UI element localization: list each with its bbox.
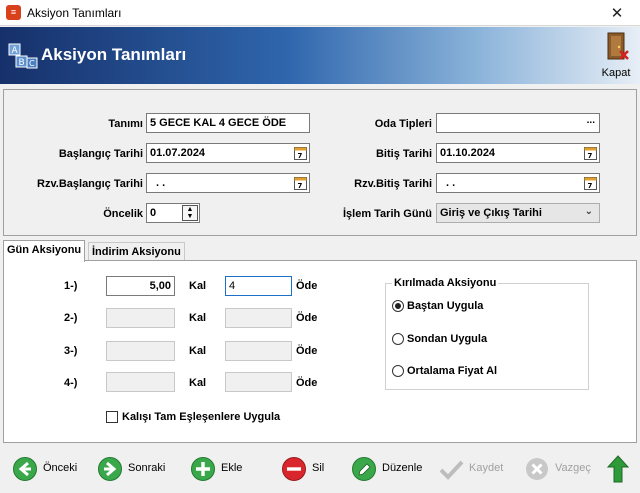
arrow-right-icon bbox=[98, 457, 122, 481]
bottom-toolbar: Önceki Sonraki Ekle Sil Düzenle Kaydet V… bbox=[0, 446, 640, 493]
sonraki-label: Sonraki bbox=[128, 462, 166, 474]
calendar-icon[interactable]: 7 bbox=[294, 146, 307, 160]
row-4-label: 4-) bbox=[64, 377, 78, 389]
kaydet-label: Kaydet bbox=[469, 462, 504, 474]
duzenle-label: Düzenle bbox=[382, 462, 423, 474]
kalisi-tam-checkbox[interactable] bbox=[106, 411, 118, 423]
row-4-kal-label: Kal bbox=[189, 377, 207, 389]
kapat-button[interactable]: Kapat bbox=[598, 31, 634, 81]
cancel-icon bbox=[526, 458, 548, 480]
bastan-uygula-radio[interactable] bbox=[392, 300, 404, 312]
row-1-ode-label: Öde bbox=[296, 280, 318, 292]
page-title: Aksiyon Tanımları bbox=[41, 45, 187, 64]
oncelik-input[interactable]: 0 ▲ ▼ bbox=[146, 203, 200, 223]
plus-icon bbox=[191, 457, 215, 481]
window-titlebar: ≡ Aksiyon Tanımları ✕ bbox=[0, 0, 640, 26]
arrow-left-icon bbox=[13, 457, 37, 481]
bitis-tarihi-label: Bitiş Tarihi bbox=[375, 148, 432, 160]
row-2-kal-label: Kal bbox=[189, 312, 207, 324]
header-banner: A B C Aksiyon Tanımları Kapat bbox=[0, 27, 640, 84]
row-4-kal-input[interactable] bbox=[106, 372, 175, 392]
kirilmada-aksiyonu-title: Kırılmada Aksiyonu bbox=[392, 277, 499, 289]
edit-icon bbox=[352, 457, 376, 481]
rzv-bitis-tarihi-value: . . bbox=[446, 177, 456, 189]
rzv-baslangic-tarihi-value: . . bbox=[156, 177, 166, 189]
svg-text:B: B bbox=[19, 58, 25, 68]
baslangic-tarihi-label: Başlangıç Tarihi bbox=[58, 148, 143, 160]
islem-tarih-gunu-value: Giriş ve Çıkış Tarihi bbox=[440, 207, 542, 219]
kalisi-tam-label: Kalışı Tam Eşleşenlere Uygula bbox=[122, 411, 281, 423]
exit-door-icon bbox=[607, 32, 629, 60]
rzv-bitis-tarihi-label: Rzv.Bitiş Tarihi bbox=[354, 178, 432, 190]
row-3-label: 3-) bbox=[64, 345, 78, 357]
bastan-uygula-label: Baştan Uygula bbox=[407, 300, 484, 312]
oda-tipleri-input[interactable]: ... bbox=[436, 113, 600, 133]
rzv-baslangic-tarihi-label: Rzv.Başlangıç Tarihi bbox=[37, 178, 143, 190]
row-3-kal-input[interactable] bbox=[106, 341, 175, 361]
tanimi-label: Tanımı bbox=[108, 118, 143, 130]
rzv-baslangic-tarihi-input[interactable]: . . 7 bbox=[146, 173, 310, 193]
ortalama-fiyat-radio[interactable] bbox=[392, 365, 404, 377]
sondan-uygula-radio[interactable] bbox=[392, 333, 404, 345]
checkmark-icon bbox=[439, 460, 464, 480]
row-2-ode-input[interactable] bbox=[225, 308, 292, 328]
window-title: Aksiyon Tanımları bbox=[27, 6, 122, 20]
row-3-kal-label: Kal bbox=[189, 345, 207, 357]
app-icon: ≡ bbox=[6, 5, 21, 20]
row-3-ode-input[interactable] bbox=[225, 341, 292, 361]
svg-text:7: 7 bbox=[298, 182, 303, 190]
calendar-icon[interactable]: 7 bbox=[584, 146, 597, 160]
islem-tarih-gunu-select[interactable]: Giriş ve Çıkış Tarihi ⌄ bbox=[436, 203, 600, 223]
minus-icon bbox=[282, 457, 306, 481]
window-close-button[interactable]: ✕ bbox=[594, 0, 640, 26]
row-4-ode-label: Öde bbox=[296, 377, 318, 389]
row-2-ode-label: Öde bbox=[296, 312, 318, 324]
kapat-label: Kapat bbox=[601, 67, 631, 79]
islem-tarih-gunu-label: İşlem Tarih Günü bbox=[342, 208, 432, 220]
chevron-down-icon: ⌄ bbox=[584, 206, 593, 217]
sondan-uygula-label: Sondan Uygula bbox=[407, 333, 488, 345]
rzv-bitis-tarihi-input[interactable]: . . 7 bbox=[436, 173, 600, 193]
row-2-kal-input[interactable] bbox=[106, 308, 175, 328]
tab-gun-aksiyonu[interactable]: Gün Aksiyonu bbox=[3, 240, 86, 262]
sil-label: Sil bbox=[312, 462, 325, 474]
row-2-label: 2-) bbox=[64, 312, 78, 324]
abc-blocks-icon: A B C bbox=[8, 43, 38, 69]
oncelik-label: Öncelik bbox=[103, 208, 143, 220]
bitis-tarihi-value: 01.10.2024 bbox=[440, 147, 496, 159]
svg-text:7: 7 bbox=[588, 182, 593, 190]
onceki-label: Önceki bbox=[43, 462, 78, 474]
calendar-icon[interactable]: 7 bbox=[294, 176, 307, 190]
oda-tipleri-label: Oda Tipleri bbox=[374, 118, 432, 130]
row-4-ode-input[interactable] bbox=[225, 372, 292, 392]
row-1-kal-input[interactable]: 5,00 bbox=[106, 276, 175, 296]
ekle-label: Ekle bbox=[221, 462, 243, 474]
row-1-label: 1-) bbox=[64, 280, 78, 292]
row-1-kal-label: Kal bbox=[189, 280, 207, 292]
spin-updown-icon[interactable]: ▲ ▼ bbox=[182, 205, 198, 221]
tab-strip: Gün Aksiyonu İndirim Aksiyonu bbox=[3, 240, 637, 262]
arrow-up-icon bbox=[606, 455, 630, 483]
svg-text:7: 7 bbox=[588, 152, 593, 160]
svg-text:7: 7 bbox=[298, 152, 303, 160]
up-button[interactable] bbox=[606, 454, 630, 484]
ortalama-fiyat-label: Ortalama Fiyat Al bbox=[407, 365, 498, 377]
svg-text:C: C bbox=[29, 59, 35, 68]
vazgec-label: Vazgeç bbox=[555, 462, 591, 474]
tab-indirim-aksiyonu[interactable]: İndirim Aksiyonu bbox=[88, 242, 185, 261]
row-1-ode-input[interactable]: 4 bbox=[225, 276, 292, 296]
tanimi-input[interactable]: 5 GECE KAL 4 GECE ÖDE bbox=[146, 113, 310, 133]
baslangic-tarihi-input[interactable]: 01.07.2024 7 bbox=[146, 143, 310, 163]
row-3-ode-label: Öde bbox=[296, 345, 318, 357]
oncelik-value: 0 bbox=[150, 207, 157, 219]
ellipsis-button[interactable]: ... bbox=[587, 115, 595, 126]
baslangic-tarihi-value: 01.07.2024 bbox=[150, 147, 206, 159]
svg-text:A: A bbox=[12, 46, 19, 56]
bitis-tarihi-input[interactable]: 01.10.2024 7 bbox=[436, 143, 600, 163]
calendar-icon[interactable]: 7 bbox=[584, 176, 597, 190]
